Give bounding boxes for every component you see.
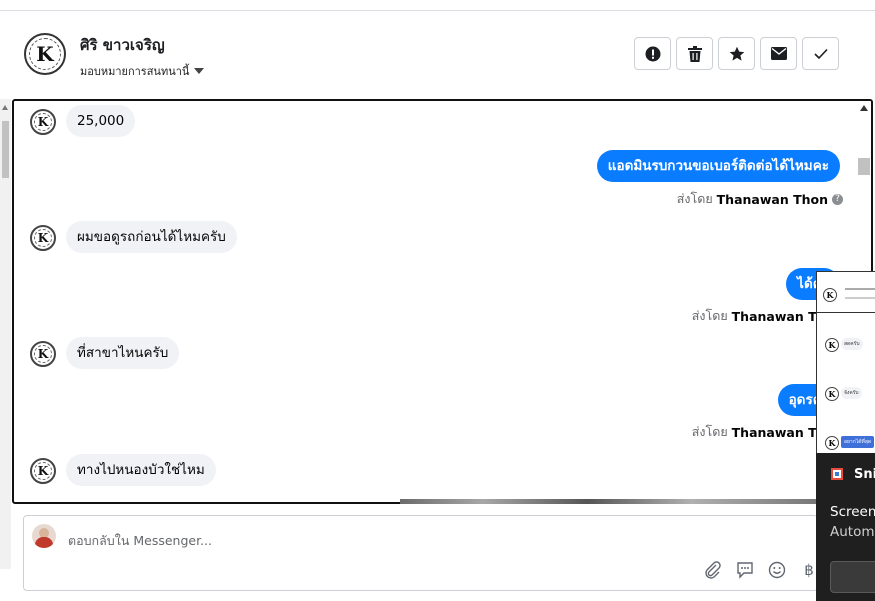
outgoing-message: แอดมินรบกวนขอเบอร์ติดต่อได้ไหมคะ	[596, 150, 840, 182]
snip-preview-thumbnail[interactable]: K K สดครับ K จังครับ K อยากได้ที่สุด	[816, 271, 875, 463]
trash-icon	[687, 45, 702, 62]
page-scrollbar-thumb[interactable]	[2, 121, 9, 178]
incoming-message: ทางไปหนองบัวใช่ไหม	[66, 454, 216, 486]
notification-action-button[interactable]	[830, 561, 875, 593]
scroll-up-arrow-icon[interactable]	[860, 105, 868, 111]
paperclip-icon	[705, 561, 721, 579]
incoming-message: ผมขอดูรถก่อนได้ไหมครับ	[66, 221, 237, 253]
reply-box[interactable]: ตอบกลับใน Messenger... ฿	[23, 515, 818, 591]
smiley-icon	[768, 561, 786, 579]
report-button[interactable]	[634, 37, 671, 70]
saved-replies-button[interactable]	[734, 559, 756, 581]
attachment-button[interactable]	[702, 559, 724, 581]
mark-unread-button[interactable]	[760, 37, 797, 70]
sent-by-prefix: ส่งโดย	[691, 308, 728, 323]
mini-avatar: K	[823, 288, 837, 302]
mini-header-line	[845, 297, 875, 299]
alert-icon	[645, 46, 660, 61]
contact-name[interactable]: ศิริ ขาวเจริญ	[80, 33, 165, 57]
mini-bubble-selected: อยากได้ที่สุด	[841, 436, 875, 448]
check-icon	[813, 48, 828, 59]
page-scrollbar[interactable]	[0, 99, 11, 569]
emoji-button[interactable]	[766, 559, 788, 581]
baht-icon: ฿	[804, 561, 814, 579]
envelope-icon	[770, 47, 787, 60]
mini-avatar: K	[825, 436, 839, 450]
sent-by-label: ส่งโดย Thanawan Thon ?	[677, 189, 843, 209]
notification-app-name: Snip	[854, 467, 875, 482]
mini-avatar: K	[825, 387, 839, 401]
header-actions	[634, 37, 839, 70]
assign-label: มอบหมายการสนทนานี้	[80, 65, 190, 78]
help-icon[interactable]: ?	[832, 193, 843, 205]
contact-avatar-small: K	[30, 341, 56, 367]
sender-name: Thanawan Thon	[716, 191, 828, 207]
notification-title: Screens	[830, 504, 875, 520]
chat-bubble-icon	[737, 562, 753, 579]
star-button[interactable]	[718, 37, 755, 70]
star-icon	[729, 46, 744, 61]
notification-body: Automa	[830, 524, 875, 540]
message-thread[interactable]: K 25,000 แอดมินรบกวนขอเบอร์ติดต่อได้ไหมค…	[12, 99, 873, 504]
contact-avatar-small: K	[30, 225, 56, 251]
user-avatar	[32, 524, 56, 548]
background-photo-strip	[400, 499, 816, 504]
scroll-up-arrow-icon[interactable]	[2, 105, 8, 110]
sent-by-prefix: ส่งโดย	[676, 191, 713, 206]
thread-scrollbar-thumb[interactable]	[858, 158, 870, 175]
mini-divider	[817, 312, 875, 313]
snip-notification[interactable]: Snip Screens Automa	[816, 453, 875, 601]
reply-tools: ฿	[702, 559, 820, 581]
reply-input[interactable]: ตอบกลับใน Messenger...	[68, 531, 212, 551]
incoming-message: 25,000	[66, 105, 136, 137]
incoming-message: ที่สาขาไหนครับ	[66, 337, 180, 369]
mini-header-line	[845, 288, 875, 290]
caret-down-icon	[194, 68, 205, 74]
mini-avatar: K	[825, 338, 839, 352]
mini-bubble: จังครับ	[841, 387, 862, 399]
mark-done-button[interactable]	[802, 37, 839, 70]
snipping-tool-icon	[831, 468, 843, 480]
contact-avatar[interactable]: K	[24, 33, 66, 75]
conversation-header: K ศิริ ขาวเจริญ มอบหมายการสนทนานี้	[0, 11, 875, 97]
assign-conversation-dropdown[interactable]: มอบหมายการสนทนานี้	[80, 62, 205, 80]
sent-by-prefix: ส่งโดย	[691, 424, 728, 439]
mini-bubble: สดครับ	[841, 338, 863, 350]
delete-button[interactable]	[676, 37, 713, 70]
top-divider	[0, 0, 875, 11]
contact-avatar-small: K	[30, 109, 56, 135]
contact-avatar-small: K	[30, 458, 56, 484]
